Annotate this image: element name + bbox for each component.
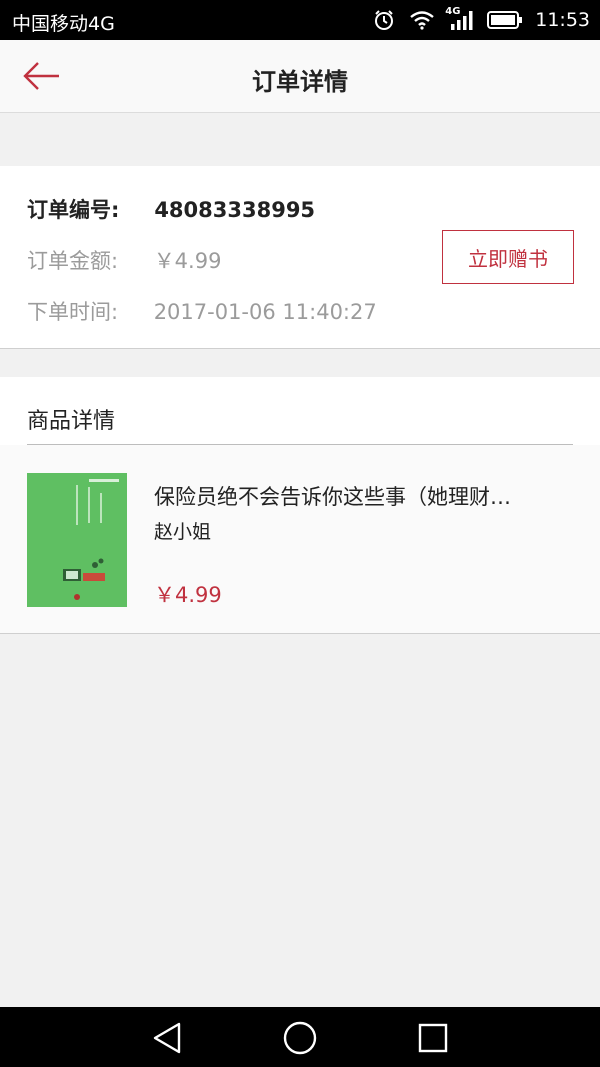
clock-time: 11:53	[535, 9, 590, 31]
status-bar: 中国移动4G 4G 11:53	[0, 0, 600, 40]
square-recents-icon	[414, 1019, 452, 1057]
wifi-icon	[409, 10, 435, 30]
carrier-label: 中国移动4G	[12, 13, 115, 35]
order-time-label: 下单时间:	[27, 300, 119, 324]
alarm-icon	[373, 9, 395, 31]
book-price: ￥4.99	[154, 583, 222, 607]
gift-book-button[interactable]: 立即赠书	[442, 230, 574, 284]
triangle-back-icon	[149, 1019, 187, 1057]
battery-icon	[487, 10, 523, 30]
order-amount-label: 订单金额:	[27, 249, 119, 273]
page-title: 订单详情	[252, 68, 348, 96]
order-id-label: 订单编号:	[27, 198, 120, 222]
order-time-value: 2017-01-06 11:40:27	[153, 300, 377, 324]
order-id-value: 48083338995	[154, 198, 316, 222]
app-header: 订单详情	[0, 40, 600, 113]
order-info-card: 订单编号: 48083338995 订单金额: ￥4.99 下单时间: 2017…	[0, 166, 600, 349]
nav-recents-button[interactable]	[414, 1019, 452, 1057]
book-title: 保险员绝不会告诉你这些事（她理财…	[154, 485, 511, 509]
nav-back-button[interactable]	[149, 1019, 187, 1057]
goods-list-item[interactable]: 保险员绝不会告诉你这些事（她理财… 赵小姐 ￥4.99	[0, 445, 600, 634]
goods-section-title: 商品详情	[27, 409, 116, 434]
cellular-signal-icon: 4G	[445, 6, 473, 31]
order-id-row: 订单编号: 48083338995	[27, 194, 315, 224]
circle-home-icon	[281, 1019, 319, 1057]
goods-section-header: 商品详情	[0, 377, 600, 445]
order-amount-value: ￥4.99	[153, 249, 222, 273]
nav-home-button[interactable]	[281, 1019, 319, 1057]
order-amount-row: 订单金额: ￥4.99	[27, 245, 221, 275]
system-nav-bar	[0, 1007, 600, 1067]
book-author: 赵小姐	[154, 521, 212, 543]
network-badge: 4G	[445, 6, 461, 17]
book-cover-image	[27, 473, 127, 607]
order-time-row: 下单时间: 2017-01-06 11:40:27	[27, 296, 377, 326]
